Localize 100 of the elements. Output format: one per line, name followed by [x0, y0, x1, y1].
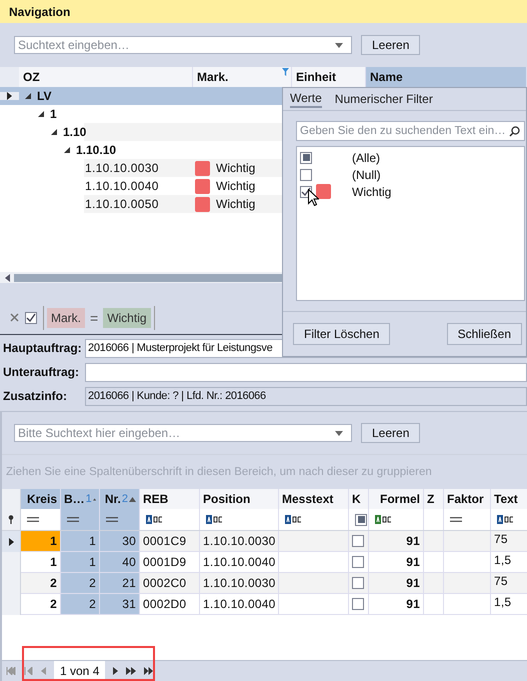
column-header[interactable]: REB — [140, 489, 200, 509]
text-filter-icon — [497, 515, 514, 524]
popup-button[interactable]: Schließen — [446, 323, 522, 345]
filter-enabled-checkbox[interactable] — [25, 312, 37, 324]
value-checkbox[interactable] — [300, 168, 312, 180]
equals-icon — [450, 517, 462, 522]
table-cell: 1 — [89, 555, 96, 569]
tree-node-label: 1.10.10.0040 — [84, 179, 159, 193]
close-icon[interactable] — [10, 313, 19, 322]
column-header[interactable]: Messtext — [279, 489, 349, 509]
tree-node-label: 1.10.10 — [76, 143, 116, 157]
row-checkbox[interactable] — [352, 556, 364, 568]
table-cell: 91 — [406, 576, 420, 590]
filter-operator[interactable]: = — [90, 310, 98, 326]
tree-node-label: 1 — [50, 107, 57, 121]
popup-button[interactable]: Filter Löschen — [293, 323, 390, 345]
equals-icon — [27, 517, 39, 522]
filter-cell[interactable] — [61, 509, 100, 530]
table-cell: 91 — [406, 555, 420, 569]
column-header[interactable]: K — [349, 489, 369, 509]
tab[interactable]: Werte — [290, 90, 322, 108]
pin-icon — [8, 515, 14, 524]
column-title: Text — [494, 492, 518, 506]
clear-button[interactable]: Leeren — [361, 35, 420, 55]
equals-icon — [67, 517, 79, 522]
table-cell: 1.10.10.0040 — [203, 597, 276, 611]
table-cell: 1.10.10.0030 — [203, 576, 276, 590]
table-cell: 21 — [122, 576, 136, 590]
info-field: 2016066 | Kunde: ? | Lfd. Nr.: 2016066 — [85, 386, 527, 406]
sort-ascending-icon — [92, 496, 96, 502]
expand-icon[interactable] — [64, 147, 70, 153]
column-header[interactable]: Faktor — [444, 489, 491, 509]
column-title: Faktor — [447, 492, 484, 506]
table-cell: 2 — [89, 576, 96, 590]
expand-icon[interactable] — [51, 129, 57, 135]
column-title: Nr. — [104, 492, 121, 506]
scroll-left-icon[interactable] — [5, 274, 10, 282]
column-header[interactable]: Formel — [369, 489, 424, 509]
grid-row[interactable]: 2 2 31 0002D0 1.10.10.0040 91 1,5 — [2, 594, 527, 615]
row-indicator-icon — [8, 538, 14, 546]
grid-row[interactable]: 2 2 21 0002C0 1.10.10.0030 91 75 — [2, 573, 527, 594]
table-cell: 31 — [122, 597, 136, 611]
next-page-group-icon[interactable] — [126, 667, 136, 675]
dropdown-icon — [335, 430, 343, 436]
table-cell: 1 — [50, 534, 57, 548]
table-cell: 91 — [406, 597, 420, 611]
column-header[interactable]: Position — [200, 489, 279, 509]
row-checkbox[interactable] — [352, 598, 364, 610]
expand-icon[interactable] — [25, 93, 31, 99]
next-page-icon[interactable] — [113, 667, 118, 675]
column-header[interactable]: Z — [424, 489, 444, 509]
table-cell: 75 — [494, 574, 508, 588]
row-checkbox[interactable] — [352, 535, 364, 547]
checkbox-filter — [355, 514, 367, 526]
filter-expression[interactable]: Mark. = Wichtig — [43, 306, 155, 330]
column-header[interactable]: Text — [491, 489, 527, 509]
column-title: Formel — [380, 492, 420, 506]
table-cell: 40 — [122, 555, 136, 569]
grid-row[interactable]: 1 1 30 0001C9 1.10.10.0030 91 75 — [2, 531, 527, 552]
column-title: Messtext — [282, 492, 334, 506]
dropdown-icon — [335, 42, 343, 48]
column-header[interactable]: Kreis — [21, 489, 61, 509]
tab[interactable]: Numerischer Filter — [334, 92, 433, 106]
table-cell: 2 — [50, 576, 57, 590]
panel-title: Navigation — [9, 4, 70, 18]
row-indicator[interactable] — [2, 531, 21, 552]
search-icon — [509, 126, 520, 136]
table-cell: 2 — [50, 597, 57, 611]
text-filter-icon — [206, 515, 223, 524]
value-checkbox[interactable] — [300, 152, 312, 164]
tree-node-label: 1.10.10.0050 — [84, 197, 159, 211]
table-cell: 1.10.10.0030 — [203, 534, 276, 548]
clear-button[interactable]: Leeren — [361, 423, 420, 443]
mark-label: Wichtig — [216, 197, 256, 211]
table-cell: 0001D9 — [143, 555, 186, 569]
text-filter-icon — [285, 515, 302, 524]
column-header[interactable]: B…1 — [61, 489, 100, 509]
table-cell: 0002D0 — [143, 597, 186, 611]
last-page-icon[interactable] — [144, 667, 156, 675]
column-header[interactable]: Name — [366, 67, 527, 87]
sort-index: 1 — [86, 493, 92, 505]
table-cell: 0002C0 — [143, 576, 186, 590]
column-header[interactable]: Nr.2 — [100, 489, 140, 509]
filter-icon[interactable] — [282, 68, 289, 76]
text-filter-icon — [375, 515, 392, 524]
filter-cell[interactable] — [100, 509, 140, 530]
row-checkbox[interactable] — [352, 577, 364, 589]
input-field[interactable] — [85, 362, 527, 382]
column-title: Position — [203, 492, 250, 506]
filter-value[interactable]: Wichtig — [103, 308, 151, 328]
table-cell: 0001C9 — [143, 534, 186, 548]
filter-field[interactable]: Mark. — [47, 308, 85, 328]
text-filter-icon — [146, 515, 163, 524]
tree-row[interactable]: 1 — [0, 105, 527, 123]
tree-node-label: 1.10.10.0030 — [84, 161, 159, 175]
column-title: Z — [427, 492, 434, 506]
tree-node-label: 1.10 — [63, 125, 86, 139]
sort-ascending-icon — [129, 496, 136, 502]
column-title: K — [352, 492, 361, 506]
expand-icon[interactable] — [38, 111, 44, 117]
